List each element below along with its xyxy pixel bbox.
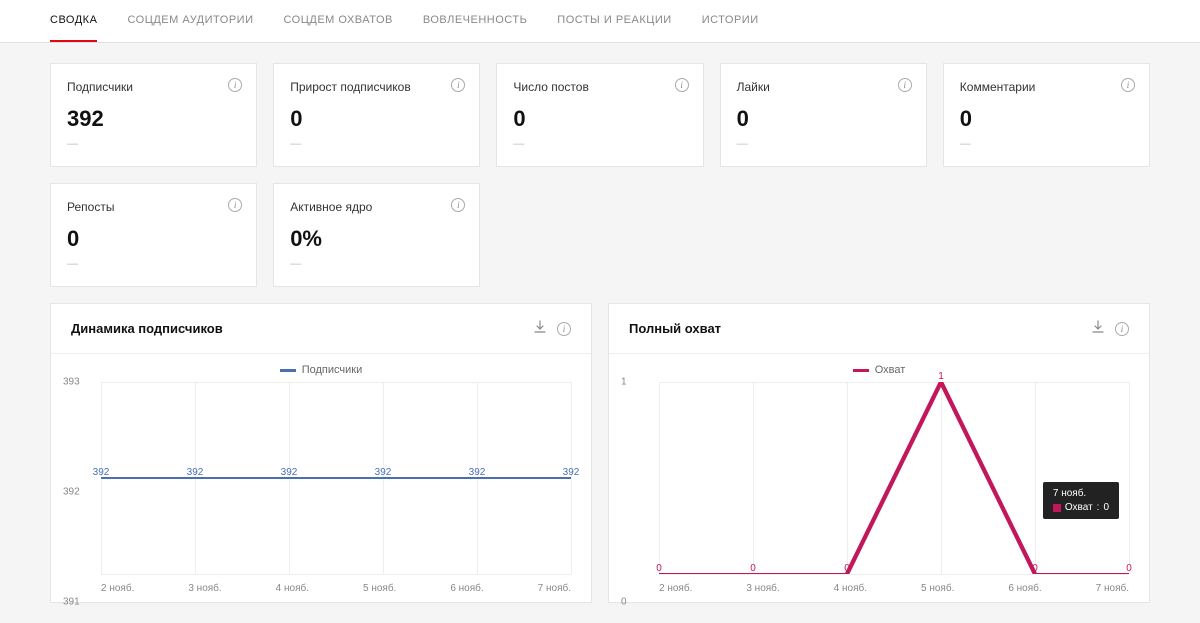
chart-legend: Охват (609, 354, 1149, 382)
download-icon[interactable] (533, 320, 547, 337)
tab-reach-socdem[interactable]: СОЦДЕМ ОХВАТОВ (283, 0, 392, 42)
card-comments: i Комментарии 0 — (943, 63, 1150, 167)
card-title: Репосты (67, 200, 240, 214)
info-icon[interactable]: i (1115, 322, 1129, 336)
card-value: 0 (960, 106, 1133, 132)
y-tick: 0 (621, 597, 627, 608)
chart-tooltip: 7 нояб. Охват: 0 (1043, 482, 1119, 519)
chart-plot-area: 393 392 391 (51, 382, 591, 602)
data-label: 0 (656, 563, 662, 574)
tooltip-swatch (1053, 504, 1061, 512)
info-icon[interactable]: i (675, 78, 689, 92)
chart-plot-area: 1 0 0 0 (609, 382, 1149, 602)
x-tick: 4 нояб. (834, 583, 867, 594)
data-label: 1 (938, 371, 944, 382)
data-label: 392 (375, 467, 392, 478)
data-label: 392 (93, 467, 110, 478)
card-title: Активное ядро (290, 200, 463, 214)
card-value: 392 (67, 106, 240, 132)
card-title: Комментарии (960, 80, 1133, 94)
chart-line (659, 382, 1129, 574)
card-delta: — (513, 138, 686, 150)
x-tick: 4 нояб. (276, 583, 309, 594)
data-label: 392 (469, 467, 486, 478)
data-label: 0 (1126, 563, 1132, 574)
card-delta: — (290, 258, 463, 270)
info-icon[interactable]: i (557, 322, 571, 336)
y-tick: 391 (63, 597, 80, 608)
x-axis: 2 нояб. 3 нояб. 4 нояб. 5 нояб. 6 нояб. … (659, 583, 1129, 594)
data-label: 0 (750, 563, 756, 574)
card-title: Прирост подписчиков (290, 80, 463, 94)
card-reposts: i Репосты 0 — (50, 183, 257, 287)
data-label: 0 (844, 563, 850, 574)
x-tick: 7 нояб. (538, 583, 571, 594)
y-tick: 392 (63, 487, 80, 498)
tab-audience-socdem[interactable]: СОЦДЕМ АУДИТОРИИ (127, 0, 253, 42)
info-icon[interactable]: i (898, 78, 912, 92)
legend-swatch (853, 369, 869, 372)
tab-stories[interactable]: ИСТОРИИ (702, 0, 759, 42)
chart-subscribers-dynamics: Динамика подписчиков i Подписчики 393 39… (50, 303, 592, 603)
x-tick: 3 нояб. (188, 583, 221, 594)
chart-line (101, 382, 571, 574)
data-label: 392 (563, 467, 580, 478)
card-delta: — (67, 258, 240, 270)
tooltip-date: 7 нояб. (1053, 488, 1109, 499)
card-title: Число постов (513, 80, 686, 94)
tab-posts-reactions[interactable]: ПОСТЫ И РЕАКЦИИ (557, 0, 671, 42)
card-delta: — (67, 138, 240, 150)
card-subscribers: i Подписчики 392 — (50, 63, 257, 167)
card-delta: — (290, 138, 463, 150)
card-delta: — (960, 138, 1133, 150)
x-axis: 2 нояб. 3 нояб. 4 нояб. 5 нояб. 6 нояб. … (101, 583, 571, 594)
tooltip-value: 0 (1103, 502, 1109, 513)
card-value: 0 (290, 106, 463, 132)
info-icon[interactable]: i (1121, 78, 1135, 92)
card-value: 0 (67, 226, 240, 252)
x-tick: 5 нояб. (921, 583, 954, 594)
y-tick: 393 (63, 377, 80, 388)
x-tick: 2 нояб. (659, 583, 692, 594)
card-subscribers-growth: i Прирост подписчиков 0 — (273, 63, 480, 167)
x-tick: 6 нояб. (1008, 583, 1041, 594)
card-value: 0% (290, 226, 463, 252)
card-delta: — (737, 138, 910, 150)
x-tick: 5 нояб. (363, 583, 396, 594)
chart-title: Полный охват (629, 321, 721, 336)
legend-swatch (280, 369, 296, 372)
card-title: Подписчики (67, 80, 240, 94)
tab-summary[interactable]: СВОДКА (50, 0, 97, 42)
chart-legend: Подписчики (51, 354, 591, 382)
data-label: 392 (187, 467, 204, 478)
chart-full-reach: Полный охват i Охват 1 0 (608, 303, 1150, 603)
x-tick: 2 нояб. (101, 583, 134, 594)
download-icon[interactable] (1091, 320, 1105, 337)
chart-title: Динамика подписчиков (71, 321, 223, 336)
y-tick: 1 (621, 377, 627, 388)
card-active-core: i Активное ядро 0% — (273, 183, 480, 287)
data-label: 392 (281, 467, 298, 478)
card-posts-count: i Число постов 0 — (496, 63, 703, 167)
x-tick: 6 нояб. (450, 583, 483, 594)
x-tick: 7 нояб. (1096, 583, 1129, 594)
x-tick: 3 нояб. (746, 583, 779, 594)
tabs-bar: СВОДКА СОЦДЕМ АУДИТОРИИ СОЦДЕМ ОХВАТОВ В… (0, 0, 1200, 43)
card-value: 0 (737, 106, 910, 132)
tooltip-series: Охват (1065, 502, 1093, 513)
card-value: 0 (513, 106, 686, 132)
card-likes: i Лайки 0 — (720, 63, 927, 167)
card-title: Лайки (737, 80, 910, 94)
tab-engagement[interactable]: ВОВЛЕЧЕННОСТЬ (423, 0, 527, 42)
data-label: 0 (1032, 563, 1038, 574)
